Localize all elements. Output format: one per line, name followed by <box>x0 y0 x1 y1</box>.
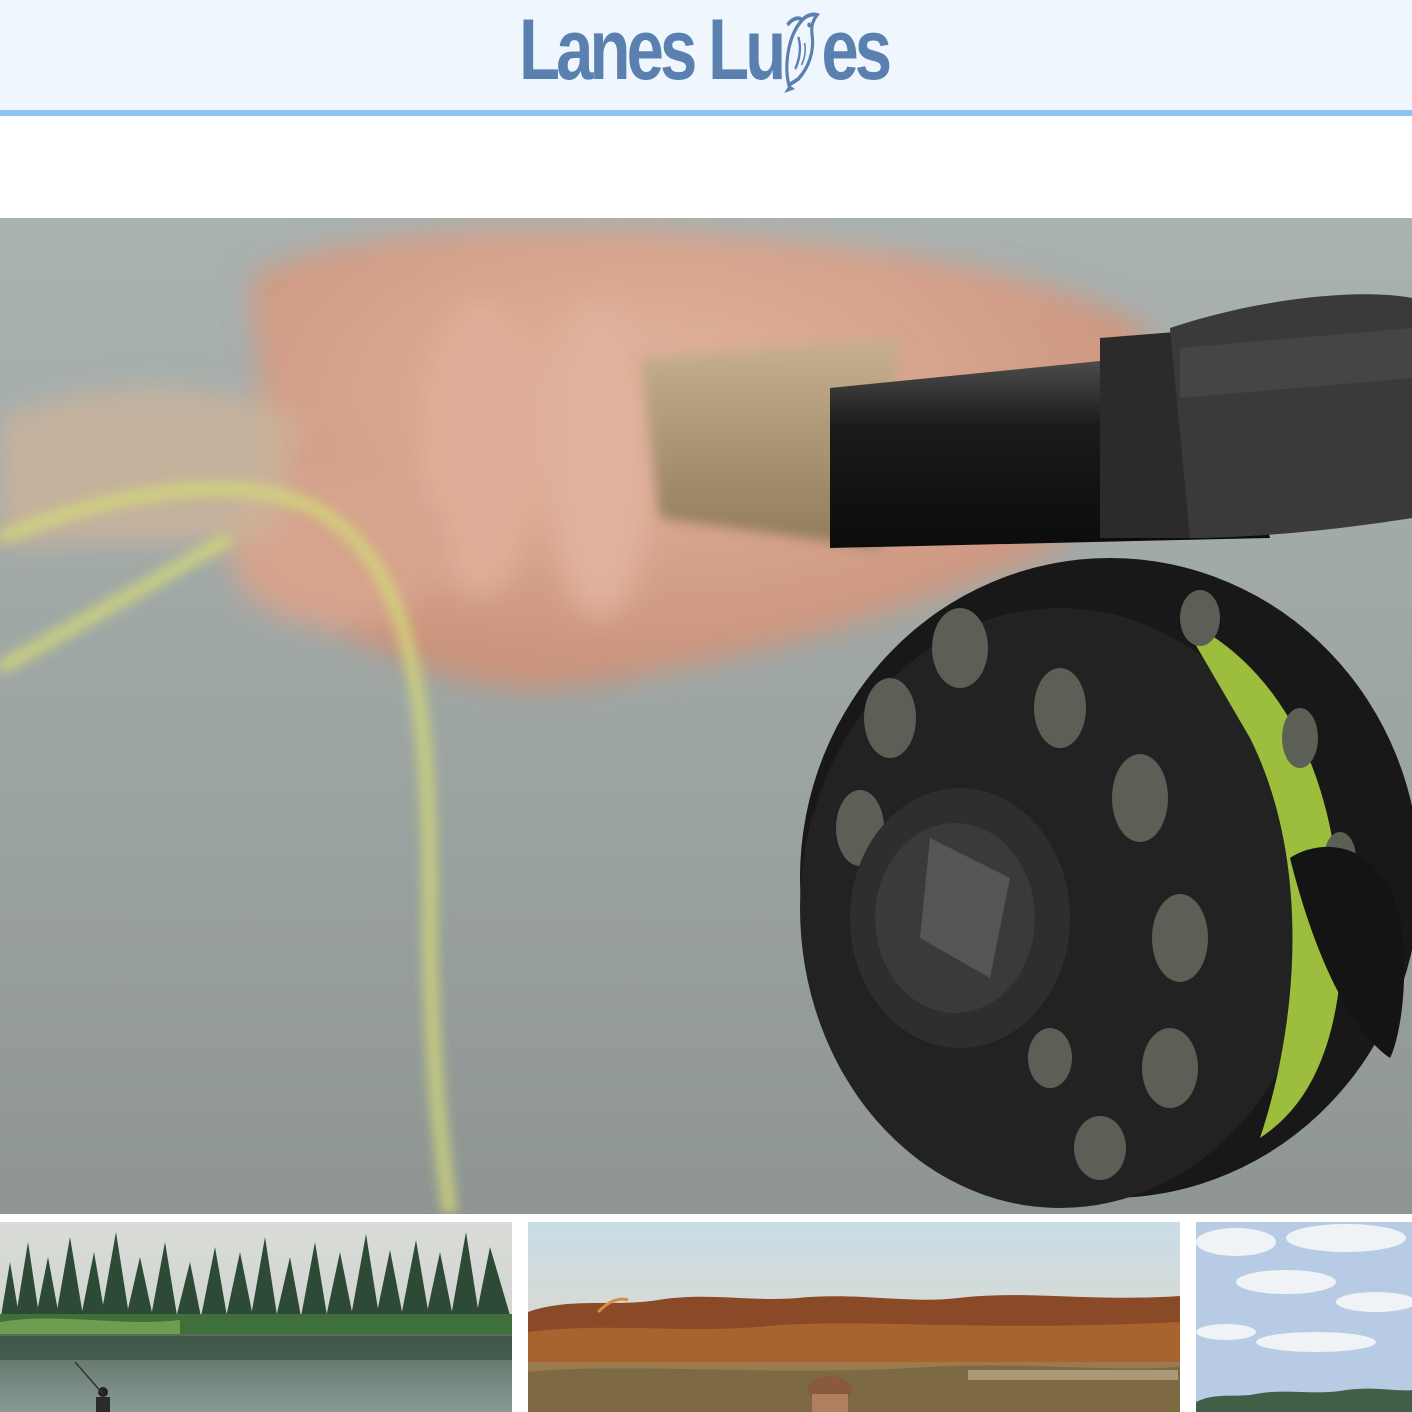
gallery-card-sunset[interactable] <box>528 1222 1180 1412</box>
gallery-card-lake[interactable] <box>0 1222 512 1412</box>
gallery-card-sky[interactable] <box>1196 1222 1412 1412</box>
logo-text-right: es <box>821 2 893 98</box>
fish-icon <box>784 12 821 93</box>
logo-wordmark: Lanes Lu es <box>519 2 893 98</box>
hero-carousel[interactable] <box>0 218 1412 1214</box>
lake-forest-angler-photo <box>0 1222 512 1412</box>
site-header: Lanes Lu es <box>0 0 1412 116</box>
logo-text-left: Lanes Lu <box>519 2 786 98</box>
cloudy-sky-shoreline-photo <box>1196 1222 1412 1412</box>
sunset-field-angler-photo <box>528 1222 1180 1412</box>
site-logo[interactable]: Lanes Lu es <box>519 0 892 100</box>
hero-image <box>0 218 1412 1214</box>
